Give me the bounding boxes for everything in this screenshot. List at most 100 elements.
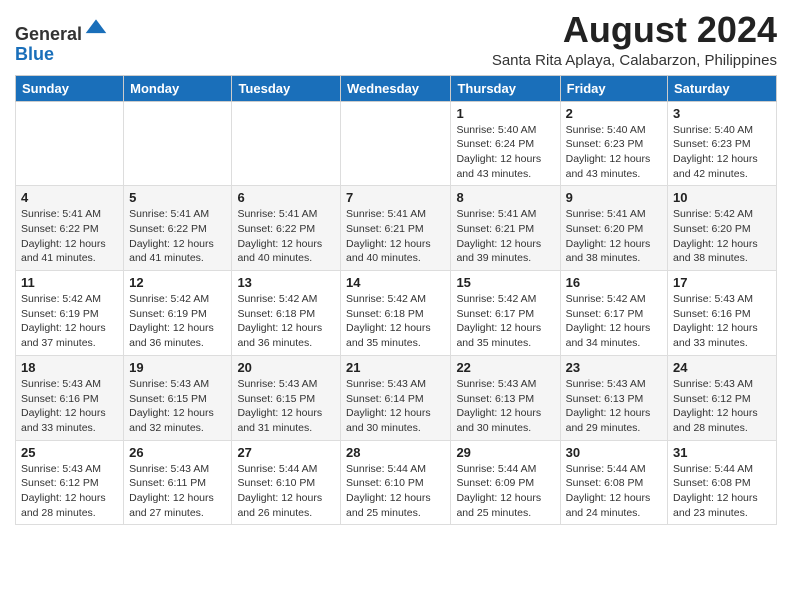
calendar-cell: 22 Sunrise: 5:43 AM Sunset: 6:13 PM Dayli… xyxy=(451,355,560,440)
calendar-cell: 9 Sunrise: 5:41 AM Sunset: 6:20 PM Daylig… xyxy=(560,186,667,271)
day-info: Sunrise: 5:42 AM Sunset: 6:18 PM Dayligh… xyxy=(346,292,445,351)
calendar-cell: 23 Sunrise: 5:43 AM Sunset: 6:13 PM Dayli… xyxy=(560,355,667,440)
calendar-cell: 10 Sunrise: 5:42 AM Sunset: 6:20 PM Dayli… xyxy=(668,186,777,271)
day-number: 2 xyxy=(566,106,662,121)
week-row-3: 11 Sunrise: 5:42 AM Sunset: 6:19 PM Dayli… xyxy=(16,271,777,356)
day-info: Sunrise: 5:41 AM Sunset: 6:22 PM Dayligh… xyxy=(237,207,335,266)
day-number: 23 xyxy=(566,360,662,375)
day-info: Sunrise: 5:43 AM Sunset: 6:13 PM Dayligh… xyxy=(456,377,554,436)
day-info: Sunrise: 5:43 AM Sunset: 6:12 PM Dayligh… xyxy=(21,462,118,521)
day-info: Sunrise: 5:43 AM Sunset: 6:13 PM Dayligh… xyxy=(566,377,662,436)
day-info: Sunrise: 5:44 AM Sunset: 6:10 PM Dayligh… xyxy=(237,462,335,521)
day-info: Sunrise: 5:43 AM Sunset: 6:11 PM Dayligh… xyxy=(129,462,226,521)
day-number: 4 xyxy=(21,190,118,205)
day-number: 3 xyxy=(673,106,771,121)
day-info: Sunrise: 5:42 AM Sunset: 6:19 PM Dayligh… xyxy=(129,292,226,351)
logo: General Blue xyxy=(15,16,108,65)
day-number: 24 xyxy=(673,360,771,375)
calendar-cell: 13Sunrise: 5:42 AM Sunset: 6:18 PM Dayli… xyxy=(232,271,341,356)
calendar-cell: 6 Sunrise: 5:41 AM Sunset: 6:22 PM Daylig… xyxy=(232,186,341,271)
calendar-cell: 31 Sunrise: 5:44 AM Sunset: 6:08 PM Dayli… xyxy=(668,440,777,525)
calendar-cell: 8Sunrise: 5:41 AM Sunset: 6:21 PM Daylig… xyxy=(451,186,560,271)
week-row-1: 1 Sunrise: 5:40 AM Sunset: 6:24 PM Daylig… xyxy=(16,101,777,186)
calendar-cell: 30 Sunrise: 5:44 AM Sunset: 6:08 PM Dayli… xyxy=(560,440,667,525)
day-number: 1 xyxy=(456,106,554,121)
calendar-table: SundayMondayTuesdayWednesdayThursdayFrid… xyxy=(15,75,777,526)
week-row-5: 25 Sunrise: 5:43 AM Sunset: 6:12 PM Dayli… xyxy=(16,440,777,525)
day-number: 10 xyxy=(673,190,771,205)
day-number: 30 xyxy=(566,445,662,460)
calendar-cell: 20 Sunrise: 5:43 AM Sunset: 6:15 PM Dayli… xyxy=(232,355,341,440)
calendar-cell: 26Sunrise: 5:43 AM Sunset: 6:11 PM Dayli… xyxy=(124,440,232,525)
day-number: 29 xyxy=(456,445,554,460)
calendar-cell: 27 Sunrise: 5:44 AM Sunset: 6:10 PM Dayli… xyxy=(232,440,341,525)
calendar-cell: 21Sunrise: 5:43 AM Sunset: 6:14 PM Dayli… xyxy=(341,355,451,440)
day-info: Sunrise: 5:41 AM Sunset: 6:21 PM Dayligh… xyxy=(456,207,554,266)
calendar-cell: 24 Sunrise: 5:43 AM Sunset: 6:12 PM Dayli… xyxy=(668,355,777,440)
day-number: 6 xyxy=(237,190,335,205)
calendar-cell: 1 Sunrise: 5:40 AM Sunset: 6:24 PM Daylig… xyxy=(451,101,560,186)
month-year: August 2024 xyxy=(492,10,777,50)
day-info: Sunrise: 5:43 AM Sunset: 6:12 PM Dayligh… xyxy=(673,377,771,436)
header-saturday: Saturday xyxy=(668,75,777,101)
day-number: 5 xyxy=(129,190,226,205)
day-info: Sunrise: 5:42 AM Sunset: 6:17 PM Dayligh… xyxy=(456,292,554,351)
calendar-cell: 28 Sunrise: 5:44 AM Sunset: 6:10 PM Dayli… xyxy=(341,440,451,525)
week-row-2: 4 Sunrise: 5:41 AM Sunset: 6:22 PM Daylig… xyxy=(16,186,777,271)
day-number: 18 xyxy=(21,360,118,375)
day-number: 19 xyxy=(129,360,226,375)
day-number: 14 xyxy=(346,275,445,290)
day-info: Sunrise: 5:42 AM Sunset: 6:17 PM Dayligh… xyxy=(566,292,662,351)
day-number: 27 xyxy=(237,445,335,460)
calendar-cell: 4Sunrise: 5:41 AM Sunset: 6:22 PM Daylig… xyxy=(16,186,124,271)
calendar-cell: 7 Sunrise: 5:41 AM Sunset: 6:21 PM Daylig… xyxy=(341,186,451,271)
calendar-cell: 29 Sunrise: 5:44 AM Sunset: 6:09 PM Dayli… xyxy=(451,440,560,525)
calendar-cell: 12 Sunrise: 5:42 AM Sunset: 6:19 PM Dayli… xyxy=(124,271,232,356)
day-number: 7 xyxy=(346,190,445,205)
day-number: 20 xyxy=(237,360,335,375)
day-info: Sunrise: 5:42 AM Sunset: 6:20 PM Dayligh… xyxy=(673,207,771,266)
calendar-cell: 2 Sunrise: 5:40 AM Sunset: 6:23 PM Daylig… xyxy=(560,101,667,186)
calendar-cell: 19 Sunrise: 5:43 AM Sunset: 6:15 PM Dayli… xyxy=(124,355,232,440)
calendar-cell: 11Sunrise: 5:42 AM Sunset: 6:19 PM Dayli… xyxy=(16,271,124,356)
calendar-cell: 5 Sunrise: 5:41 AM Sunset: 6:22 PM Daylig… xyxy=(124,186,232,271)
header-sunday: Sunday xyxy=(16,75,124,101)
day-number: 9 xyxy=(566,190,662,205)
calendar-cell: 16Sunrise: 5:42 AM Sunset: 6:17 PM Dayli… xyxy=(560,271,667,356)
week-row-4: 18Sunrise: 5:43 AM Sunset: 6:16 PM Dayli… xyxy=(16,355,777,440)
header-monday: Monday xyxy=(124,75,232,101)
calendar-cell: 3Sunrise: 5:40 AM Sunset: 6:23 PM Daylig… xyxy=(668,101,777,186)
calendar-cell: 17Sunrise: 5:43 AM Sunset: 6:16 PM Dayli… xyxy=(668,271,777,356)
day-number: 17 xyxy=(673,275,771,290)
day-info: Sunrise: 5:44 AM Sunset: 6:08 PM Dayligh… xyxy=(673,462,771,521)
day-number: 21 xyxy=(346,360,445,375)
day-info: Sunrise: 5:43 AM Sunset: 6:15 PM Dayligh… xyxy=(237,377,335,436)
day-number: 31 xyxy=(673,445,771,460)
calendar-header-row: SundayMondayTuesdayWednesdayThursdayFrid… xyxy=(16,75,777,101)
day-info: Sunrise: 5:41 AM Sunset: 6:22 PM Dayligh… xyxy=(129,207,226,266)
title-block: August 2024 Santa Rita Aplaya, Calabarzo… xyxy=(492,10,777,69)
day-info: Sunrise: 5:41 AM Sunset: 6:21 PM Dayligh… xyxy=(346,207,445,266)
calendar-cell: 25 Sunrise: 5:43 AM Sunset: 6:12 PM Dayli… xyxy=(16,440,124,525)
logo-blue: Blue xyxy=(15,44,54,64)
day-number: 25 xyxy=(21,445,118,460)
page-header: General Blue August 2024 Santa Rita Apla… xyxy=(15,10,777,69)
day-number: 12 xyxy=(129,275,226,290)
calendar-cell xyxy=(124,101,232,186)
location: Santa Rita Aplaya, Calabarzon, Philippin… xyxy=(492,52,777,69)
logo-text: General Blue xyxy=(15,16,108,65)
day-info: Sunrise: 5:40 AM Sunset: 6:24 PM Dayligh… xyxy=(456,123,554,182)
day-info: Sunrise: 5:44 AM Sunset: 6:08 PM Dayligh… xyxy=(566,462,662,521)
day-number: 13 xyxy=(237,275,335,290)
day-info: Sunrise: 5:44 AM Sunset: 6:10 PM Dayligh… xyxy=(346,462,445,521)
calendar-cell: 15 Sunrise: 5:42 AM Sunset: 6:17 PM Dayli… xyxy=(451,271,560,356)
day-number: 11 xyxy=(21,275,118,290)
day-info: Sunrise: 5:41 AM Sunset: 6:20 PM Dayligh… xyxy=(566,207,662,266)
day-info: Sunrise: 5:40 AM Sunset: 6:23 PM Dayligh… xyxy=(566,123,662,182)
day-number: 15 xyxy=(456,275,554,290)
day-number: 22 xyxy=(456,360,554,375)
day-info: Sunrise: 5:44 AM Sunset: 6:09 PM Dayligh… xyxy=(456,462,554,521)
day-number: 28 xyxy=(346,445,445,460)
header-friday: Friday xyxy=(560,75,667,101)
day-info: Sunrise: 5:43 AM Sunset: 6:15 PM Dayligh… xyxy=(129,377,226,436)
